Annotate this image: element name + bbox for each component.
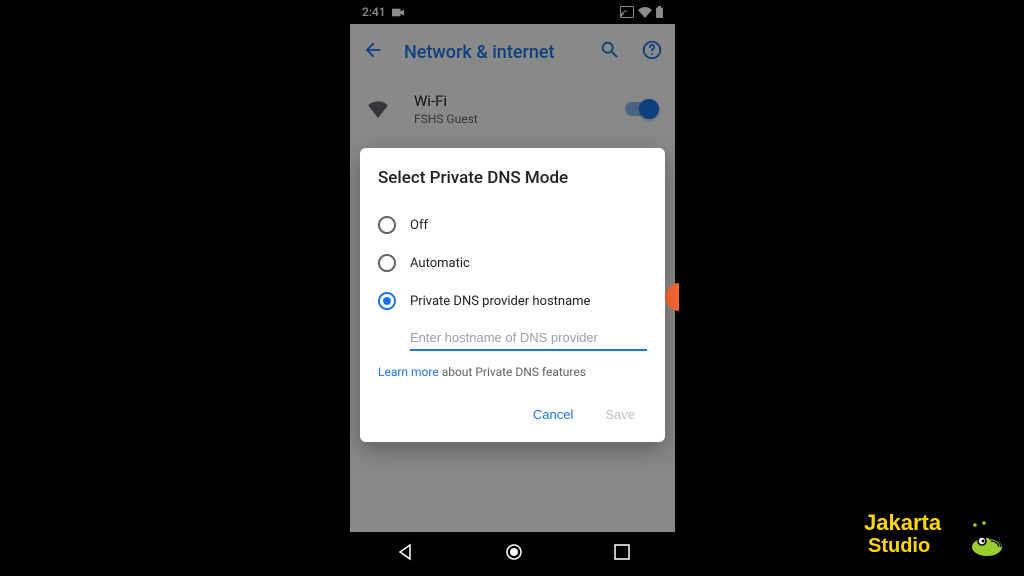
radio-icon-selected	[378, 292, 396, 310]
svg-text:Studio: Studio	[868, 535, 930, 557]
hostname-input[interactable]	[410, 326, 647, 351]
cancel-button[interactable]: Cancel	[529, 401, 577, 428]
dialog-title: Select Private DNS Mode	[378, 168, 647, 188]
radio-option-automatic[interactable]: Automatic	[378, 244, 647, 282]
nav-home-icon[interactable]	[505, 543, 523, 565]
svg-text:Jakarta: Jakarta	[864, 510, 942, 535]
nav-recent-icon[interactable]	[614, 544, 630, 564]
radio-label-off: Off	[410, 218, 428, 233]
radio-option-hostname[interactable]: Private DNS provider hostname	[378, 282, 647, 320]
save-button: Save	[601, 401, 639, 428]
learn-more-text: Learn more about Private DNS features	[378, 365, 647, 379]
radio-icon	[378, 216, 396, 234]
radio-label-automatic: Automatic	[410, 256, 470, 271]
radio-icon	[378, 254, 396, 272]
hostname-input-wrap	[410, 326, 647, 351]
private-dns-dialog: Select Private DNS Mode Off Automatic Pr…	[360, 148, 665, 442]
radio-option-off[interactable]: Off	[378, 206, 647, 244]
learn-more-rest: about Private DNS features	[439, 365, 586, 379]
learn-more-link[interactable]: Learn more	[378, 365, 439, 379]
phone-screen: 2:41 Network & internet Wi-Fi FSHS Guest	[350, 0, 675, 576]
dialog-button-row: Cancel Save	[378, 397, 647, 432]
navigation-bar	[350, 532, 675, 576]
radio-label-hostname: Private DNS provider hostname	[410, 294, 590, 309]
nav-back-icon[interactable]	[396, 543, 414, 565]
jakarta-studio-watermark: Jakarta Studio	[864, 502, 1014, 566]
